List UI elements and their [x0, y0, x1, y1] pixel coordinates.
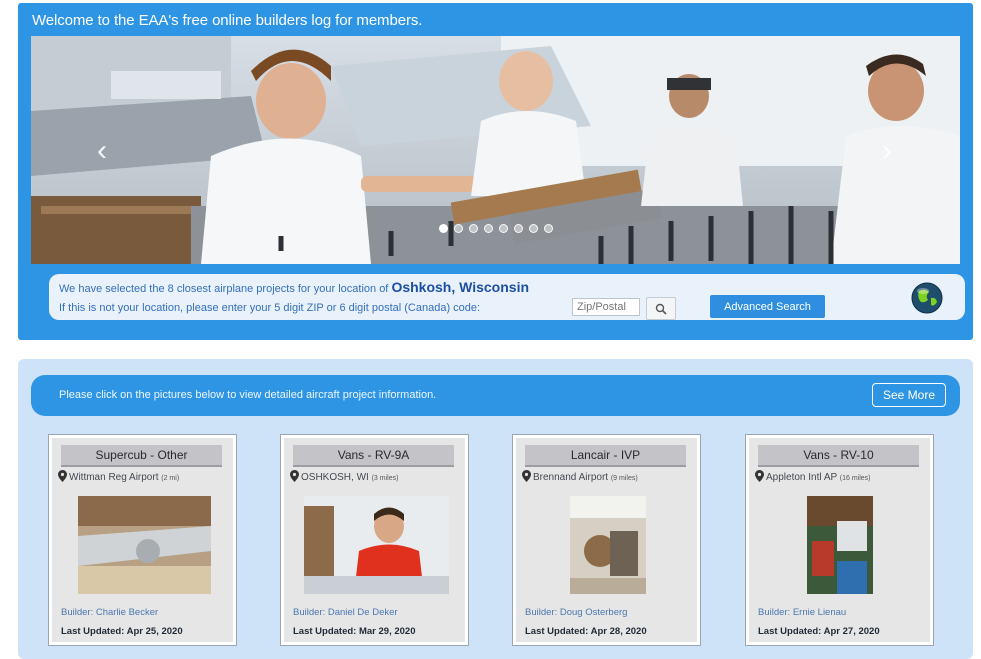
location-message-prefix: We have selected the 8 closest airplane …: [59, 283, 389, 295]
project-builder: Builder: Doug Osterberg: [525, 607, 628, 618]
location-city: Oshkosh, Wisconsin: [391, 279, 530, 295]
welcome-panel: Welcome to the EAA's free online builder…: [18, 3, 973, 340]
carousel-dot[interactable]: [454, 224, 463, 233]
project-last-updated: Last Updated: Mar 29, 2020: [293, 626, 416, 637]
project-card-body: Supercub - Other Wittman Reg Airport (2 …: [52, 438, 233, 642]
project-location-name: OSHKOSH, WI: [301, 472, 369, 483]
project-location-name: Wittman Reg Airport: [69, 472, 159, 483]
magnifier-icon: [655, 303, 667, 315]
carousel-next-button[interactable]: ›: [874, 136, 900, 166]
photo-carousel[interactable]: ‹ ›: [31, 36, 960, 264]
map-pin-icon: [58, 470, 67, 482]
projects-instruction: Please click on the pictures below to vi…: [59, 389, 437, 401]
project-builder: Builder: Ernie Lienau: [758, 607, 847, 618]
project-last-updated: Last Updated: Apr 25, 2020: [61, 626, 183, 637]
project-card[interactable]: Vans - RV-9A OSHKOSH, WI (3 miles) Build…: [280, 434, 469, 646]
carousel-indicators: [439, 224, 553, 233]
globe-icon[interactable]: [911, 282, 943, 314]
carousel-dot[interactable]: [514, 224, 523, 233]
project-photo[interactable]: [78, 496, 211, 594]
project-title[interactable]: Lancair - IVP: [525, 445, 686, 467]
carousel-dot[interactable]: [544, 224, 553, 233]
project-title[interactable]: Supercub - Other: [61, 445, 222, 467]
carousel-dot[interactable]: [439, 224, 448, 233]
zip-search-button[interactable]: [646, 297, 676, 320]
project-location: Wittman Reg Airport (2 mi): [58, 470, 179, 483]
zip-prompt: If this is not your location, please ent…: [59, 302, 481, 314]
advanced-search-button[interactable]: Advanced Search: [710, 295, 825, 318]
project-photo[interactable]: [807, 496, 873, 594]
project-card[interactable]: Vans - RV-10 Appleton Intl AP (16 miles)…: [745, 434, 934, 646]
project-photo[interactable]: [304, 496, 449, 594]
projects-info-bar: Please click on the pictures below to vi…: [31, 375, 960, 416]
project-location-name: Brennand Airport: [533, 472, 609, 483]
project-title[interactable]: Vans - RV-9A: [293, 445, 454, 467]
carousel-prev-button[interactable]: ‹: [89, 136, 115, 166]
map-pin-icon: [755, 470, 764, 482]
project-distance: (16 miles): [839, 475, 871, 482]
map-pin-icon: [522, 470, 531, 482]
welcome-heading: Welcome to the EAA's free online builder…: [32, 12, 423, 29]
project-card[interactable]: Supercub - Other Wittman Reg Airport (2 …: [48, 434, 237, 646]
location-message: We have selected the 8 closest airplane …: [59, 279, 529, 295]
carousel-dot[interactable]: [529, 224, 538, 233]
carousel-dot[interactable]: [499, 224, 508, 233]
project-last-updated: Last Updated: Apr 28, 2020: [525, 626, 647, 637]
see-more-button[interactable]: See More: [872, 383, 946, 407]
project-last-updated: Last Updated: Apr 27, 2020: [758, 626, 880, 637]
location-bar: We have selected the 8 closest airplane …: [49, 274, 965, 320]
project-distance: (3 miles): [371, 475, 399, 482]
project-location: Appleton Intl AP (16 miles): [755, 470, 871, 483]
project-card-body: Vans - RV-10 Appleton Intl AP (16 miles)…: [749, 438, 930, 642]
project-builder: Builder: Charlie Becker: [61, 607, 159, 618]
project-card[interactable]: Lancair - IVP Brennand Airport (9 miles)…: [512, 434, 701, 646]
project-distance: (2 mi): [161, 475, 180, 482]
project-location-name: Appleton Intl AP: [766, 472, 837, 483]
project-distance: (9 miles): [610, 475, 638, 482]
project-card-body: Lancair - IVP Brennand Airport (9 miles)…: [516, 438, 697, 642]
project-location: OSHKOSH, WI (3 miles): [290, 470, 398, 483]
project-card-body: Vans - RV-9A OSHKOSH, WI (3 miles) Build…: [284, 438, 465, 642]
project-photo[interactable]: [570, 496, 646, 594]
zip-postal-input[interactable]: [572, 298, 640, 316]
projects-section: Please click on the pictures below to vi…: [18, 359, 973, 659]
map-pin-icon: [290, 470, 299, 482]
project-title[interactable]: Vans - RV-10: [758, 445, 919, 467]
project-builder: Builder: Daniel De Deker: [293, 607, 398, 618]
carousel-dot[interactable]: [484, 224, 493, 233]
project-location: Brennand Airport (9 miles): [522, 470, 638, 483]
carousel-dot[interactable]: [469, 224, 478, 233]
